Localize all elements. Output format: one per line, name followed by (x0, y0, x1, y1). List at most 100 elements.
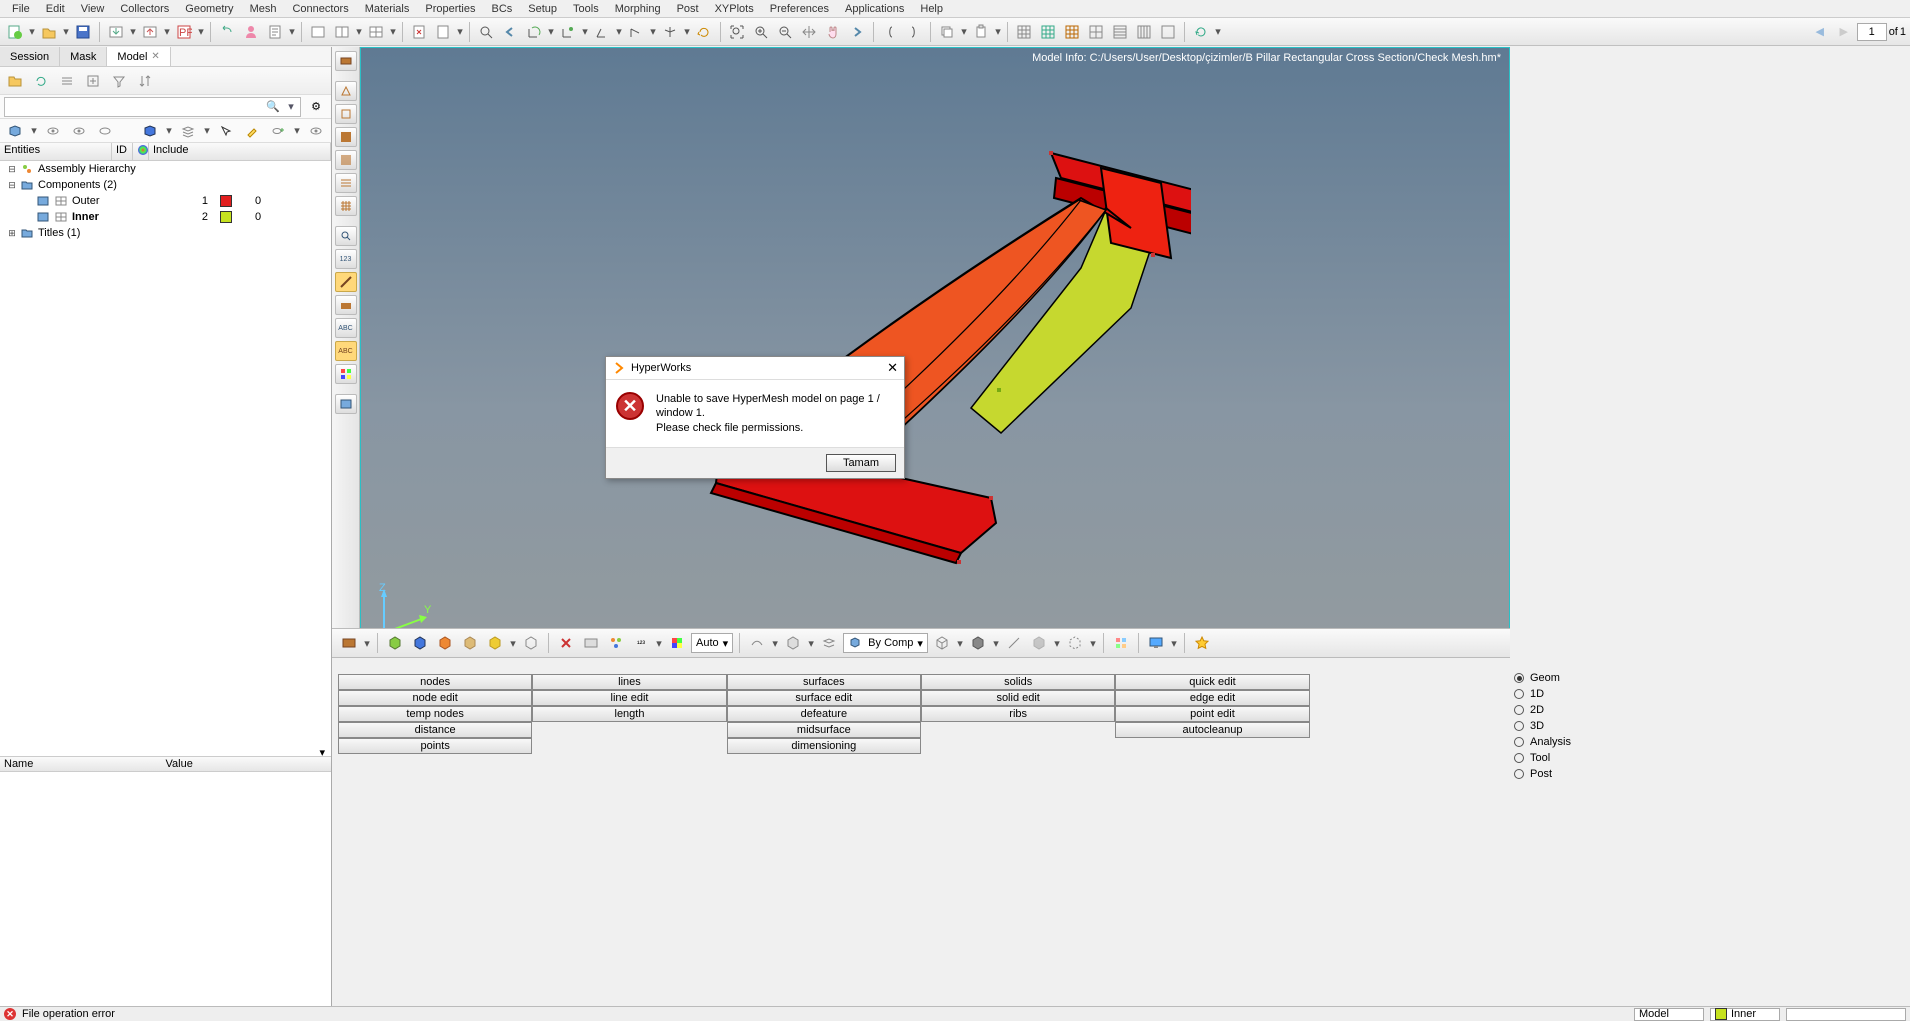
panel-btn-points[interactable]: points (338, 738, 532, 754)
radio-post[interactable]: Post (1510, 766, 1600, 782)
eye-icon[interactable] (68, 120, 90, 142)
color-icon[interactable] (666, 632, 688, 654)
panel-btn-temp-nodes[interactable]: temp nodes (338, 706, 532, 722)
panel-btn-node-edit[interactable]: node edit (338, 690, 532, 706)
menu-collectors[interactable]: Collectors (112, 2, 177, 16)
panel-btn-surface-edit[interactable]: surface edit (727, 690, 921, 706)
export-icon[interactable] (139, 21, 161, 43)
sort-icon[interactable] (134, 70, 156, 92)
dropdown-icon[interactable]: ▾ (355, 21, 363, 43)
vs-abc-icon[interactable]: ABC (335, 318, 357, 338)
panel-btn-line-edit[interactable]: line edit (532, 690, 726, 706)
panel-btn-edge-edit[interactable]: edge edit (1115, 690, 1309, 706)
vs-mesh-icon[interactable] (335, 196, 357, 216)
dropdown-icon[interactable]: ▾ (28, 21, 36, 43)
box-green-icon[interactable] (384, 632, 406, 654)
dropdown-icon[interactable]: ▾ (956, 632, 964, 654)
tree-node-color[interactable] (214, 211, 238, 223)
menu-view[interactable]: View (73, 2, 113, 16)
dropdown-icon[interactable]: ▾ (655, 632, 663, 654)
panel-btn-length[interactable]: length (532, 706, 726, 722)
vs-wire-icon[interactable] (335, 173, 357, 193)
vs-label-icon[interactable] (335, 295, 357, 315)
3d-viewport[interactable]: Model Info: C:/Users/User/Desktop/çiziml… (360, 47, 1510, 652)
hand-icon[interactable] (822, 21, 844, 43)
propgrid-col-name[interactable]: Name (4, 758, 166, 770)
menu-geometry[interactable]: Geometry (177, 2, 241, 16)
filter-icon[interactable] (108, 70, 130, 92)
advanced-search-icon[interactable]: ⚙ (305, 96, 327, 118)
wire-cube-icon[interactable] (931, 632, 953, 654)
tree-menu-icon[interactable]: ▾ (319, 746, 325, 756)
panel-btn-surfaces[interactable]: surfaces (727, 674, 921, 690)
panel-btn-defeature[interactable]: defeature (727, 706, 921, 722)
search-dropdown-icon[interactable]: ▾ (282, 98, 300, 116)
organize-icon[interactable] (605, 632, 627, 654)
dropdown-icon[interactable]: ▾ (771, 632, 779, 654)
dropdown-icon[interactable]: ▾ (994, 21, 1002, 43)
vs-perspective-icon[interactable] (335, 81, 357, 101)
panel-btn-nodes[interactable]: nodes (338, 674, 532, 690)
dropdown-icon[interactable]: ▾ (683, 21, 691, 43)
box-blue-icon[interactable] (409, 632, 431, 654)
box-orange-icon[interactable] (434, 632, 456, 654)
vs-ortho-icon[interactable] (335, 104, 357, 124)
page-icon[interactable] (432, 21, 454, 43)
tree-col-include[interactable]: Include (149, 143, 331, 160)
panel-btn-lines[interactable]: lines (532, 674, 726, 690)
box-yellow-icon[interactable] (484, 632, 506, 654)
arrow-right-icon[interactable] (846, 21, 868, 43)
menu-materials[interactable]: Materials (357, 2, 418, 16)
dropdown-icon[interactable]: ▾ (509, 632, 517, 654)
surf-icon[interactable] (746, 632, 768, 654)
ppt-icon[interactable]: PPT (173, 21, 195, 43)
window1-icon[interactable] (307, 21, 329, 43)
folder-icon[interactable] (4, 70, 26, 92)
script-icon[interactable] (264, 21, 286, 43)
dialog-titlebar[interactable]: HyperWorks ✕ (606, 357, 904, 380)
elements-icon[interactable] (1110, 632, 1132, 654)
menu-properties[interactable]: Properties (417, 2, 483, 16)
panel-btn-distance[interactable]: distance (338, 722, 532, 738)
vs-measure-icon[interactable] (335, 272, 357, 292)
user-icon[interactable] (240, 21, 262, 43)
next-page-icon[interactable]: ▶ (1833, 21, 1855, 43)
vs-123-icon[interactable]: 123 (335, 249, 357, 269)
highlight-icon[interactable] (241, 120, 263, 142)
zoom-icon[interactable] (475, 21, 497, 43)
panel-btn-ribs[interactable]: ribs (921, 706, 1115, 722)
hidden-line-icon[interactable] (1064, 632, 1086, 654)
layers-icon[interactable] (177, 120, 199, 142)
panel-btn-point-edit[interactable]: point edit (1115, 706, 1309, 722)
dropdown-icon[interactable]: ▾ (30, 120, 38, 142)
pan-icon[interactable] (798, 21, 820, 43)
dropdown-icon[interactable]: ▾ (389, 21, 397, 43)
ok-button[interactable]: Tamam (826, 454, 896, 472)
search-input[interactable] (5, 98, 264, 116)
edge-icon[interactable] (1003, 632, 1025, 654)
eye-icon[interactable] (42, 120, 64, 142)
vs-find-icon[interactable] (335, 226, 357, 246)
dropdown-icon[interactable]: ▾ (1089, 632, 1097, 654)
dropdown-icon[interactable]: ▾ (649, 21, 657, 43)
axis-rotate-icon[interactable] (523, 21, 545, 43)
card-icon[interactable] (580, 632, 602, 654)
radio-geom[interactable]: Geom (1510, 670, 1600, 686)
panel-btn-solids[interactable]: solids (921, 674, 1115, 690)
grid6-icon[interactable] (1133, 21, 1155, 43)
tab-session[interactable]: Session (0, 47, 60, 66)
prev-page-icon[interactable]: ◀ (1809, 21, 1831, 43)
cube-blue-icon[interactable] (139, 120, 161, 142)
vs-screen-icon[interactable] (335, 394, 357, 414)
radio-tool[interactable]: Tool (1510, 750, 1600, 766)
radio-2d[interactable]: 2D (1510, 702, 1600, 718)
zoomout-icon[interactable] (774, 21, 796, 43)
box-tan-icon[interactable] (459, 632, 481, 654)
expand-icon[interactable] (82, 70, 104, 92)
arrow-left-icon[interactable] (499, 21, 521, 43)
menu-preferences[interactable]: Preferences (762, 2, 837, 16)
propgrid-col-value[interactable]: Value (166, 758, 328, 770)
cursor-icon[interactable] (215, 120, 237, 142)
menu-post[interactable]: Post (669, 2, 707, 16)
auto-combo[interactable]: Auto▾ (691, 633, 733, 653)
